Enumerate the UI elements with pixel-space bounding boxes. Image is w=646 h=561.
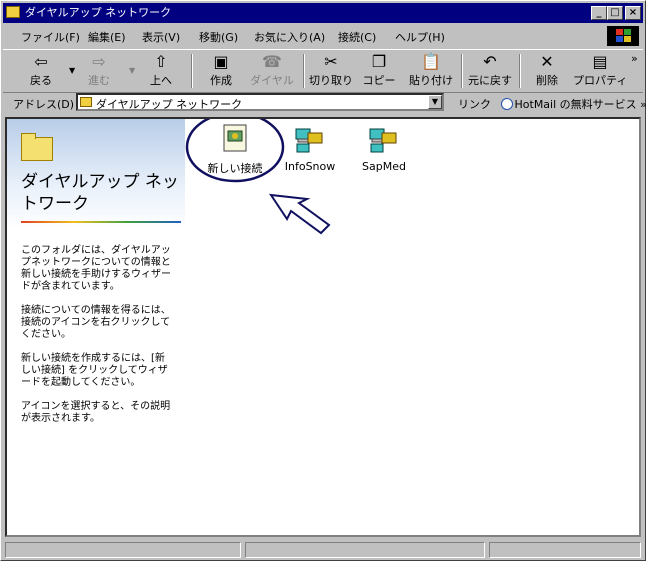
description-paragraph: アイコンを選択すると、その説明が表示されます。: [21, 401, 171, 424]
menu-go[interactable]: 移動(G): [199, 29, 238, 45]
back-button[interactable]: ⇦ 戻る: [23, 52, 59, 90]
highlight-circle: [185, 119, 285, 183]
toolbar-separator: [303, 54, 305, 88]
properties-icon: ▤: [592, 52, 608, 71]
back-label: 戻る: [30, 74, 52, 87]
title-bar[interactable]: ダイヤルアップ ネットワーク _ □ ×: [3, 3, 643, 23]
description-paragraph: 接続についての情報を得るには、接続のアイコンを右クリックしてください。: [21, 305, 171, 340]
scissors-icon: ✂: [324, 52, 338, 71]
cut-label: 切り取り: [309, 74, 353, 87]
status-panel: [5, 542, 241, 558]
cut-button[interactable]: ✂ 切り取り: [309, 52, 353, 90]
web-view-pane: ダイヤルアップ ネットワーク このフォルダには、ダイヤルアップネットワークについ…: [7, 119, 185, 535]
forward-button[interactable]: ⇨ 進む: [81, 52, 117, 90]
minimize-button[interactable]: _: [591, 6, 607, 20]
sapmed-label: SapMed: [362, 160, 406, 173]
status-bar: [3, 541, 643, 559]
explorer-window: ダイヤルアップ ネットワーク _ □ × ファイル(F) 編集(E) 表示(V)…: [0, 0, 646, 561]
ie-link-icon: [500, 98, 513, 110]
forward-label: 進む: [88, 74, 110, 87]
undo-label: 元に戻す: [468, 74, 512, 87]
back-arrow-icon: ⇦: [34, 52, 48, 71]
close-button[interactable]: ×: [625, 6, 641, 20]
forward-dropdown-icon[interactable]: ▼: [129, 66, 135, 75]
dialup-connection-icon: [369, 128, 397, 153]
window-title: ダイヤルアップ ネットワーク: [25, 6, 172, 19]
pointer-arrow-icon: [268, 193, 331, 235]
dial-label: ダイヤル: [250, 74, 294, 87]
maximize-button[interactable]: □: [607, 6, 623, 20]
toolbar-separator: [461, 54, 463, 88]
copy-icon: ❐: [371, 52, 387, 71]
menu-connect[interactable]: 接続(C): [338, 29, 376, 45]
menu-view[interactable]: 表示(V): [142, 29, 180, 45]
sapmed-item[interactable]: SapMed: [349, 123, 419, 173]
copy-label: コピー: [362, 74, 396, 87]
delete-label: 削除: [536, 74, 558, 87]
toolbar: ⇦ 戻る ▼ ⇨ 進む ▼ ⇧ 上へ ▣ 作成 ☎ ダイヤル ✂ 切り取り ❐ …: [3, 49, 643, 93]
links-label[interactable]: リンク: [458, 98, 491, 111]
up-label: 上へ: [150, 74, 172, 87]
folder-icon: [80, 97, 92, 107]
links-bar: リンク HotMail の無料サービス »: [458, 96, 646, 112]
create-icon: ▣: [213, 52, 229, 71]
menu-favorites[interactable]: お気に入り(A): [254, 29, 325, 45]
address-dropdown-icon[interactable]: ▼: [428, 95, 442, 109]
links-overflow-icon[interactable]: »: [640, 98, 646, 111]
menu-edit[interactable]: 編集(E): [88, 29, 126, 45]
delete-x-icon: ✕: [540, 52, 554, 71]
create-button[interactable]: ▣ 作成: [201, 52, 241, 90]
copy-button[interactable]: ❐ コピー: [361, 52, 397, 90]
description-paragraph: 新しい接続を作成するには、[新しい接続] をクリックしてウィザードを起動してくだ…: [21, 353, 168, 388]
pane-divider: [21, 221, 181, 223]
hotmail-link[interactable]: HotMail の無料サービス: [515, 98, 637, 111]
properties-button[interactable]: ▤ プロパティ: [573, 52, 627, 90]
menu-help[interactable]: ヘルプ(H): [395, 29, 445, 45]
folder-icon: [6, 6, 20, 18]
paste-label: 貼り付け: [409, 74, 453, 87]
up-button[interactable]: ⇧ 上へ: [143, 52, 179, 90]
pane-title: ダイヤルアップ ネットワーク: [21, 172, 179, 214]
menu-file[interactable]: ファイル(F): [21, 29, 80, 45]
create-label: 作成: [210, 74, 232, 87]
toolbar-separator: [519, 54, 521, 88]
toolbar-overflow-icon[interactable]: »: [631, 52, 638, 65]
back-dropdown-icon[interactable]: ▼: [69, 66, 75, 75]
undo-button[interactable]: ↶ 元に戻す: [467, 52, 513, 90]
status-panel: [489, 542, 641, 558]
dial-icon: ☎: [262, 52, 282, 71]
address-bar: アドレス(D) ダイヤルアップ ネットワーク ▼ リンク HotMail の無料…: [3, 91, 646, 113]
paste-icon: 📋: [421, 52, 441, 71]
description-paragraph: このフォルダには、ダイヤルアップネットワークについての情報と新しい接続を手助けす…: [21, 245, 171, 292]
windows-logo-icon: [607, 26, 639, 46]
forward-arrow-icon: ⇨: [92, 52, 106, 71]
pane-description: このフォルダには、ダイヤルアップネットワークについての情報と新しい接続を手助けす…: [21, 245, 171, 437]
delete-button[interactable]: ✕ 削除: [529, 52, 565, 90]
properties-label: プロパティ: [573, 74, 628, 87]
address-value: ダイヤルアップ ネットワーク: [96, 98, 243, 111]
paste-button[interactable]: 📋 貼り付け: [409, 52, 453, 90]
status-panel: [245, 542, 485, 558]
folder-view: ダイヤルアップ ネットワーク このフォルダには、ダイヤルアップネットワークについ…: [5, 117, 641, 537]
large-folder-icon: [21, 133, 53, 161]
menu-bar: ファイル(F) 編集(E) 表示(V) 移動(G) お気に入り(A) 接続(C)…: [3, 25, 643, 47]
address-input[interactable]: ダイヤルアップ ネットワーク ▼: [76, 93, 444, 111]
toolbar-separator: [191, 54, 193, 88]
up-folder-icon: ⇧: [154, 52, 168, 71]
address-label: アドレス(D): [13, 98, 75, 111]
dial-button[interactable]: ☎ ダイヤル: [249, 52, 295, 90]
annotation-overlay: [185, 119, 331, 235]
undo-icon: ↶: [483, 52, 497, 71]
